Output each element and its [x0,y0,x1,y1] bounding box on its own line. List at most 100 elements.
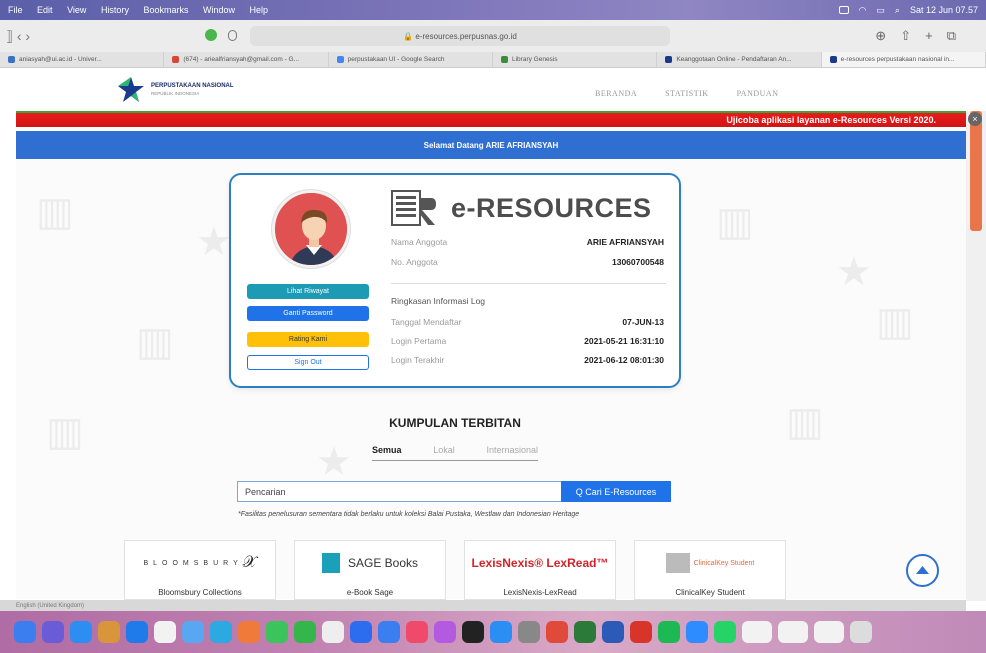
podcasts-icon[interactable] [434,621,456,643]
office-icon[interactable] [546,621,568,643]
new-tab-icon[interactable]: + [925,28,933,44]
lihat-riwayat-button[interactable]: Lihat Riwayat [247,284,369,299]
resource-sage[interactable]: SAGE Books e-Book Sage [294,540,446,600]
tab-keanggotaan[interactable]: Keanggotaan Online - Pendaftaran An... [657,52,822,67]
menu-bookmarks[interactable]: Bookmarks [143,5,188,15]
wifi-icon[interactable]: ◠ [859,5,867,16]
no-anggota-value: 13060700548 [611,257,664,267]
url-text: e-resources.perpusnas.go.id [415,31,517,41]
word-icon[interactable] [602,621,624,643]
sign-out-button[interactable]: Sign Out [247,355,369,370]
numbers-icon[interactable] [350,621,372,643]
resource-bloomsbury[interactable]: BLOOMSBURY 𝒳 Bloomsbury Collections [124,540,276,600]
sidebar-toggle-icon[interactable]: ⟧ ‹ › [6,28,30,45]
login-pertama-label: Login Pertama [391,336,447,346]
notes-icon[interactable] [98,621,120,643]
tanggal-daftar-value: 07-JUN-13 [622,317,664,327]
menubar-items: File Edit View History Bookmarks Window … [8,5,280,15]
no-anggota-label: No. Anggota [391,257,438,267]
keynote-icon[interactable] [378,621,400,643]
calendar-icon[interactable] [154,621,176,643]
messages-icon[interactable] [266,621,288,643]
book-watermark-icon: ▥ [36,190,74,234]
search-input[interactable]: Pencarian [237,481,562,502]
tab-semua[interactable]: Semua [372,445,402,455]
log-summary-title: Ringkasan Informasi Log [391,296,486,306]
ganti-password-button[interactable]: Ganti Password [247,306,369,321]
menu-file[interactable]: File [8,5,23,15]
facetime-icon[interactable] [294,621,316,643]
close-icon[interactable]: × [968,112,982,126]
nav-panduan[interactable]: PANDUAN [737,89,779,98]
lexisnexis-logo: LexisNexis® LexRead™ [471,556,609,570]
address-bar[interactable]: 🔒 e-resources.perpusnas.go.id [250,26,670,46]
safari-icon[interactable] [70,621,92,643]
perpusnas-logo[interactable]: PERPUSTAKAAN NASIONAL REPUBLIK INDONESIA [115,76,234,104]
star-favicon-icon [665,56,673,63]
tab-google[interactable]: perpustakaan UI - Google Search [329,52,493,67]
files-icon[interactable] [182,621,204,643]
book-watermark-icon: ▥ [136,320,174,364]
welcome-bar: Selamat Datang ARIE AFRIANSYAH [16,131,966,159]
book-watermark-icon: ▥ [46,410,84,454]
tab-gmail[interactable]: (674) - ariealfriansyah@gmail.com - G... [164,52,329,67]
star-watermark-icon: ★ [196,220,232,264]
top-nav: BERANDA STATISTIK PANDUAN [595,89,778,98]
menu-help[interactable]: Help [250,5,269,15]
menu-history[interactable]: History [101,5,129,15]
spotify-icon[interactable] [658,621,680,643]
mail-icon[interactable] [126,621,148,643]
tv-icon[interactable] [462,621,484,643]
reader-icon[interactable] [228,30,237,41]
launchpad-icon[interactable] [42,621,64,643]
window-thumb-icon[interactable] [742,621,772,643]
scrollbar-thumb[interactable] [970,111,982,231]
rating-button[interactable]: Rating Kami [247,332,369,347]
share-icon[interactable]: ⇧ [900,28,911,44]
nav-statistik[interactable]: STATISTIK [665,89,708,98]
whatsapp-icon[interactable] [714,621,736,643]
tab-lokal[interactable]: Lokal [433,445,455,455]
page-scrollbar[interactable] [966,111,986,601]
menu-view[interactable]: View [67,5,86,15]
search-icon[interactable]: ⌕ [895,5,900,16]
tab-libgen[interactable]: Library Genesis [493,52,658,67]
privacy-shield-icon[interactable] [205,29,217,41]
textedit-icon[interactable] [322,621,344,643]
trash-icon[interactable] [850,621,872,643]
download-icon[interactable]: ⊕ [875,28,886,44]
clock[interactable]: Sat 12 Jun 07.57 [910,5,978,15]
music-icon[interactable] [406,621,428,643]
chrome-icon[interactable] [238,621,260,643]
acrobat-icon[interactable] [630,621,652,643]
mac-dock [0,611,986,653]
battery-icon[interactable]: ▭ [876,5,885,16]
tab-internasional[interactable]: Internasional [486,445,538,455]
resource-lexisnexis[interactable]: LexisNexis® LexRead™ LexisNexis-LexRead [464,540,616,600]
tab-overview-icon[interactable]: ⧉ [947,28,956,44]
menu-window[interactable]: Window [203,5,235,15]
excel-icon[interactable] [574,621,596,643]
window-thumb-icon[interactable] [778,621,808,643]
app-store-icon[interactable] [490,621,512,643]
camera-icon[interactable] [838,6,849,14]
banner-text: Ujicoba aplikasi layanan e-Resources Ver… [726,115,936,125]
tab-eresources[interactable]: e-resources perpustakaan nasional in... [821,52,986,67]
bloomsbury-logo: BLOOMSBURY 𝒳 [143,554,257,571]
search-button[interactable]: Q Cari E-Resources [561,481,671,502]
finder-icon[interactable] [14,621,36,643]
settings-icon[interactable] [518,621,540,643]
login-terakhir-value: 2021-06-12 08:01:30 [584,355,664,365]
resource-clinicalkey[interactable]: ClinicalKey Student ClinicalKey Student [634,540,786,600]
photos-icon[interactable] [210,621,232,643]
login-terakhir-label: Login Terakhir [391,355,445,365]
toolbar-actions: ⊕ ⇧ + ⧉ [875,28,956,44]
scroll-top-button[interactable] [906,554,939,587]
nav-beranda[interactable]: BERANDA [595,89,637,98]
libgen-favicon-icon [500,56,508,63]
window-thumb-icon[interactable] [814,621,844,643]
zoom-icon[interactable] [686,621,708,643]
menu-edit[interactable]: Edit [37,5,53,15]
tab-univ[interactable]: aniasyah@ui.ac.id - Univer... [0,52,165,67]
star-favicon-icon [829,56,837,63]
